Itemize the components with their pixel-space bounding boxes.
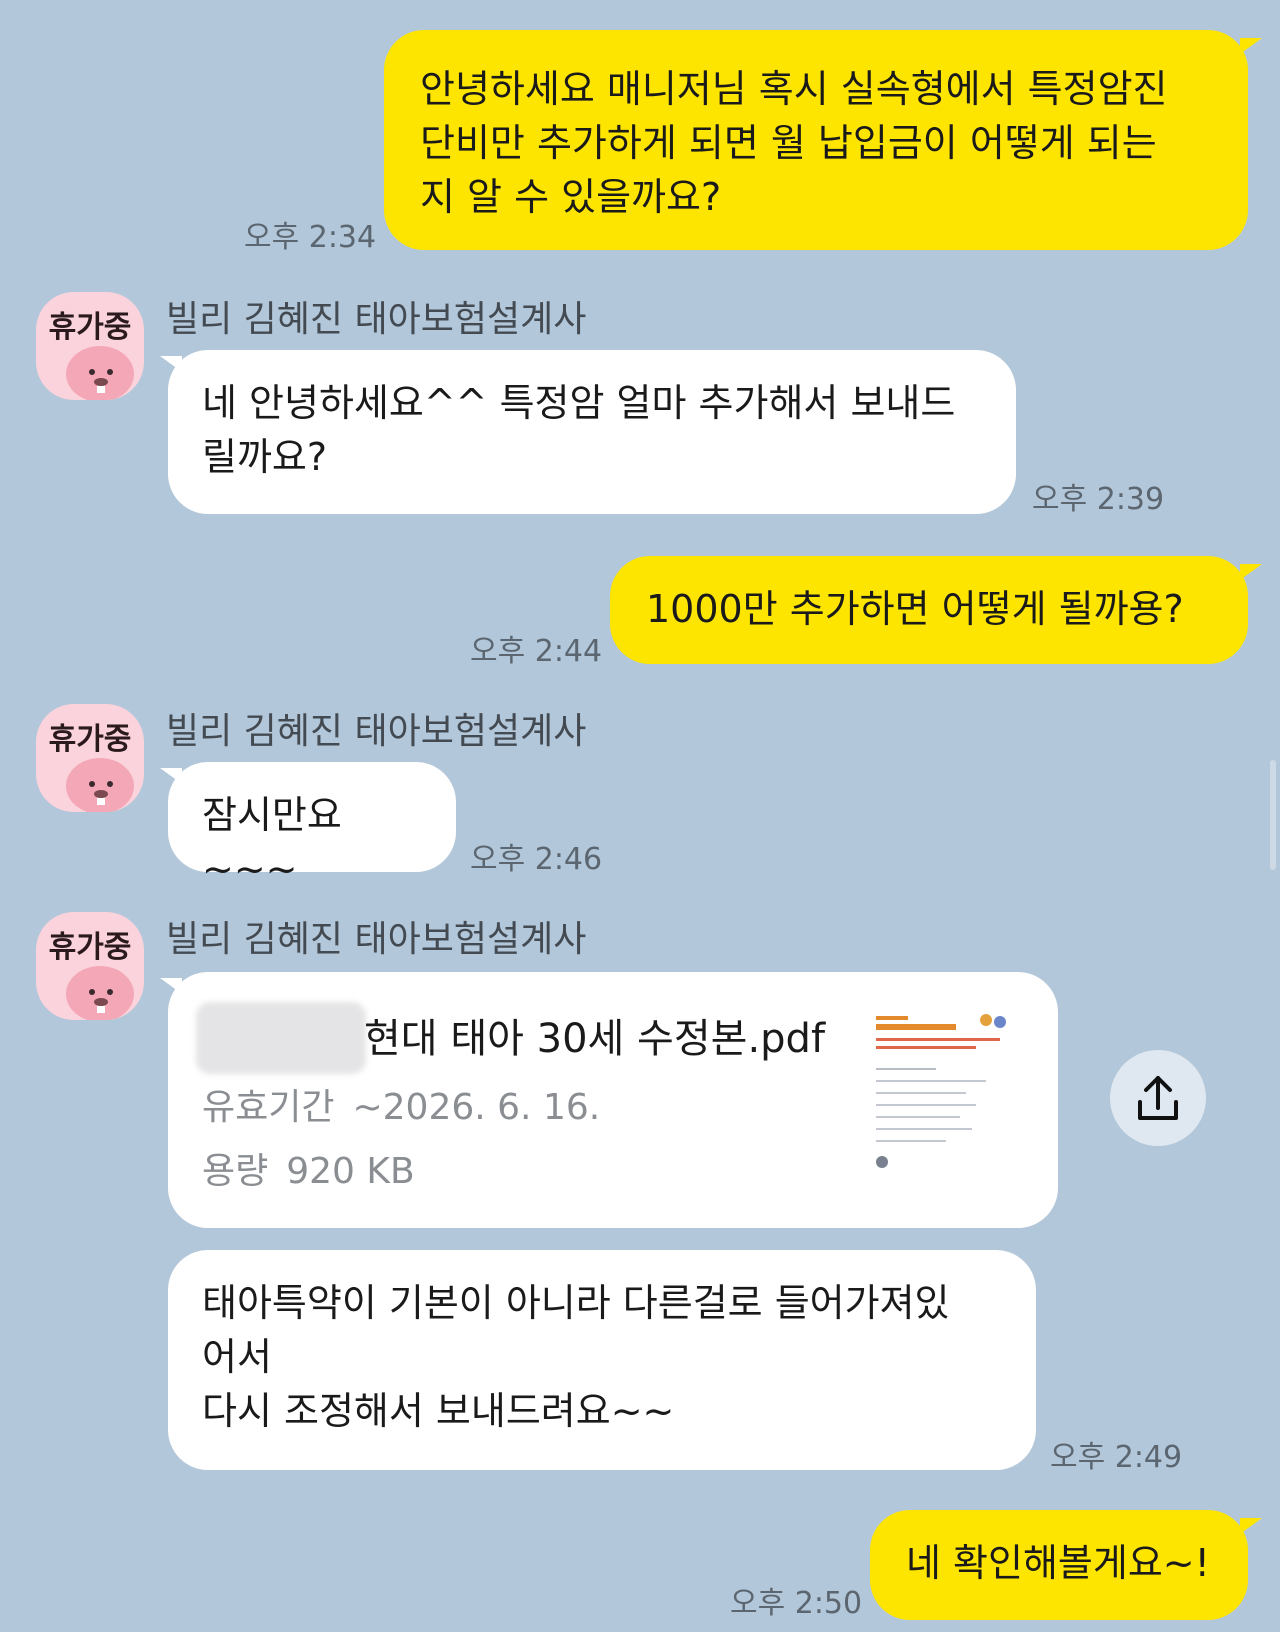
- bubble-tail: [1240, 38, 1262, 54]
- message-time: 오후 2:46: [470, 842, 603, 877]
- avatar-status-text: 휴가중: [48, 310, 132, 345]
- bubble-tail: [1240, 564, 1262, 580]
- my-message-bubble[interactable]: 1000만 추가하면 어떻게 될까용?: [610, 556, 1248, 664]
- my-message-bubble[interactable]: 안녕하세요 매니저님 혹시 실속형에서 특정암진 단비만 추가하게 되면 월 납…: [384, 30, 1248, 250]
- share-upload-icon: [1138, 1076, 1178, 1120]
- sender-avatar[interactable]: 휴가중: [36, 292, 144, 400]
- their-message-bubble[interactable]: 네 안녕하세요^^ 특정암 얼마 추가해서 보내드 릴까요?: [168, 350, 1016, 514]
- message-time: 오후 2:49: [1050, 1440, 1183, 1475]
- sender-avatar[interactable]: 휴가중: [36, 912, 144, 1020]
- pdf-thumbnail-icon[interactable]: [868, 1008, 1018, 1178]
- file-expiry-label: 유효기간: [202, 1087, 335, 1128]
- my-message-bubble[interactable]: 네 확인해볼게요~!: [870, 1510, 1248, 1620]
- file-size-value: 920 KB: [286, 1151, 415, 1192]
- chat-room[interactable]: 안녕하세요 매니저님 혹시 실속형에서 특정암진 단비만 추가하게 되면 월 납…: [0, 0, 1280, 1632]
- bubble-tail: [160, 768, 182, 784]
- avatar-status-text: 휴가중: [48, 722, 132, 757]
- bubble-tail: [160, 356, 182, 372]
- message-time: 오후 2:39: [1032, 482, 1165, 517]
- file-size: 용량 920 KB: [202, 1142, 415, 1194]
- redacted-filename-prefix: [196, 1002, 366, 1074]
- scrollbar[interactable]: [1270, 760, 1276, 870]
- bubble-tail: [160, 978, 182, 994]
- their-message-bubble[interactable]: 태아특약이 기본이 아니라 다른걸로 들어가져있 어서 다시 조정해서 보내드려…: [168, 1250, 1036, 1470]
- file-size-label: 용량: [202, 1151, 269, 1192]
- sender-name: 빌리 김혜진 태아보험설계사: [166, 299, 587, 340]
- file-attachment-card[interactable]: 현대 태아 30세 수정본.pdf 유효기간 ~2026. 6. 16. 용량 92…: [168, 972, 1058, 1228]
- file-name: 현대 태아 30세 수정본.pdf: [364, 1016, 826, 1062]
- share-button[interactable]: [1110, 1050, 1206, 1146]
- sender-name: 빌리 김혜진 태아보험설계사: [166, 919, 587, 960]
- avatar-status-text: 휴가중: [48, 930, 132, 965]
- message-time: 오후 2:34: [244, 220, 377, 255]
- file-expiry-value: ~2026. 6. 16.: [352, 1087, 601, 1128]
- their-message-bubble[interactable]: 잠시만요~~~: [168, 762, 456, 891]
- bubble-tail: [1240, 1518, 1262, 1534]
- file-expiry: 유효기간 ~2026. 6. 16.: [202, 1078, 600, 1130]
- sender-name: 빌리 김혜진 태아보험설계사: [166, 711, 587, 752]
- message-time: 오후 2:44: [470, 634, 603, 669]
- sender-avatar[interactable]: 휴가중: [36, 704, 144, 812]
- message-time: 오후 2:50: [730, 1586, 863, 1621]
